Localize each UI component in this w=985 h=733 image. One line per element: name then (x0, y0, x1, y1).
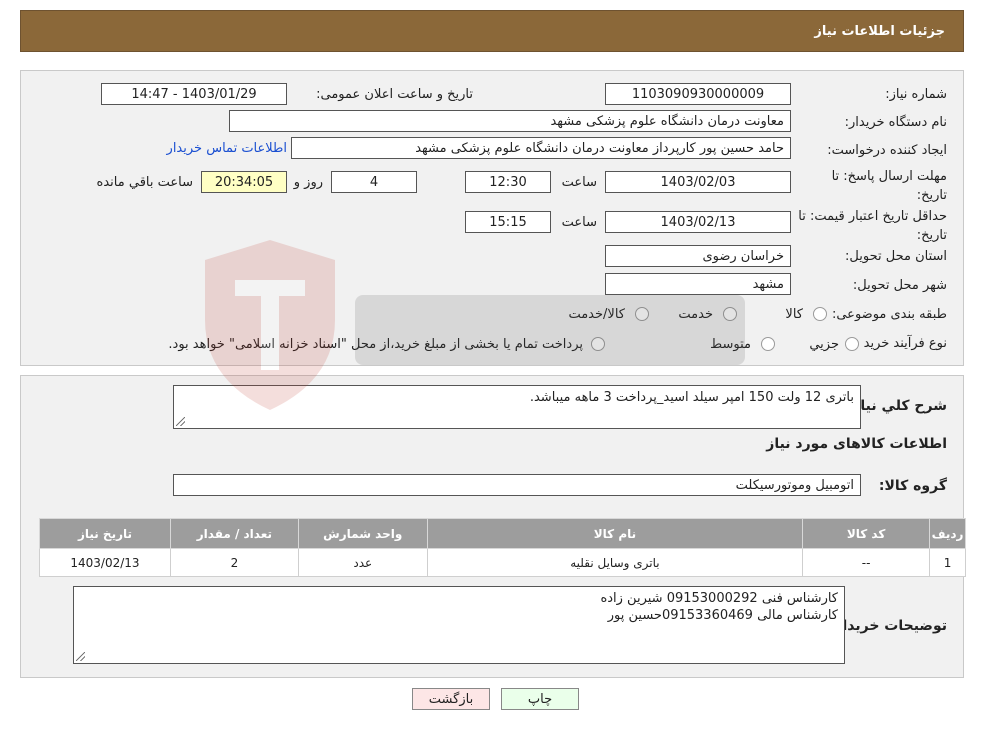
city-label: شهر محل تحویل: (852, 278, 947, 293)
col-need-date: تاریخ نیاز (39, 518, 171, 549)
validity-time-field: 15:15 (465, 211, 551, 233)
remaining-time-field: 20:34:05 (201, 171, 287, 193)
validity-label: حداقل تاریخ اعتبار قیمت: تا تاریخ: (798, 209, 947, 243)
category-option-goods-service: کالا/خدمت (568, 307, 625, 322)
cell-quantity: 2 (169, 548, 299, 577)
cell-need-date: 1403/02/13 (39, 548, 171, 577)
creator-field: حامد حسین پور کارپرداز معاونت درمان دانش… (291, 137, 791, 159)
treasury-checkbox[interactable] (591, 337, 605, 351)
goods-table-header: ردیف کد کالا نام کالا واحد شمارش تعداد /… (39, 518, 966, 549)
summary-textarea[interactable]: باتری 12 ولت 150 امپر سیلد اسید_پرداخت 3… (173, 385, 861, 429)
print-button[interactable]: چاپ (501, 688, 579, 710)
days-label: روز و (293, 175, 323, 190)
purchase-note: پرداخت تمام یا بخشی از مبلغ خرید،از محل … (168, 337, 583, 352)
validity-date-field: 1403/02/13 (605, 211, 791, 233)
back-button[interactable]: بازگشت (412, 688, 490, 710)
buyer-notes-line-2: کارشناس مالی 09153360469حسین پور (607, 608, 838, 623)
need-number-label: شماره نیاز: (885, 87, 947, 102)
col-unit: واحد شمارش (297, 518, 428, 549)
resize-handle-icon[interactable] (76, 652, 85, 661)
cell-unit: عدد (297, 548, 428, 577)
goods-table: ردیف کد کالا نام کالا واحد شمارش تعداد /… (39, 518, 966, 577)
page-header: جزئیات اطلاعات نیاز (20, 10, 964, 52)
goods-group-label: گروه کالا: (878, 478, 947, 494)
goods-group-field: اتومبیل وموتورسیکلت (173, 474, 861, 496)
category-radio-goods[interactable] (813, 307, 827, 321)
province-label: استان محل تحویل: (845, 249, 947, 264)
buyer-notes-label: توضیحات خریدار: (828, 618, 947, 634)
deadline-date-field: 1403/02/03 (605, 171, 791, 193)
remaining-label: ساعت باقي مانده (96, 175, 193, 190)
cell-row-number: 1 (929, 548, 966, 577)
buyer-notes-line-1: کارشناس فنی 09153000292 شیرین زاده (600, 591, 838, 606)
buyer-notes-textarea[interactable]: کارشناس فنی 09153000292 شیرین زاده کارشن… (73, 586, 845, 664)
purchase-option-medium: متوسط (710, 337, 751, 352)
creator-label: ایجاد کننده درخواست: (827, 143, 947, 158)
col-goods-code: کد کالا (802, 518, 931, 549)
validity-time-label: ساعت (561, 215, 597, 230)
goods-info-title: اطلاعات کالاهای مورد نیاز (766, 436, 947, 452)
announce-datetime-field: 1403/01/29 - 14:47 (101, 83, 287, 105)
buyer-contact-link[interactable]: اطلاعات تماس خریدار (167, 141, 287, 156)
purchase-type-label: نوع فرآیند خرید : (855, 336, 947, 351)
request-info-panel: شماره نیاز: 1103090930000009 تاریخ و ساع… (20, 70, 964, 366)
summary-label: شرح كلي نياز: (846, 398, 947, 414)
deadline-label: مهلت ارسال پاسخ: تا تاریخ: (831, 169, 947, 203)
category-label: طبقه بندی موضوعی: (831, 307, 947, 322)
category-radio-goods-service[interactable] (635, 307, 649, 321)
col-goods-name: نام کالا (426, 518, 804, 549)
deadline-time-label: ساعت (561, 175, 597, 190)
purchase-radio-minor[interactable] (845, 337, 859, 351)
purchase-option-minor: جزیي (809, 337, 839, 352)
need-number-field: 1103090930000009 (605, 83, 791, 105)
announce-label: تاریخ و ساعت اعلان عمومی: (316, 87, 473, 102)
province-field: خراسان رضوی (605, 245, 791, 267)
buyer-org-field: معاونت درمان دانشگاه علوم پزشکی مشهد (229, 110, 791, 132)
deadline-time-field: 12:30 (465, 171, 551, 193)
resize-handle-icon[interactable] (176, 417, 185, 426)
purchase-radio-medium[interactable] (761, 337, 775, 351)
need-details-panel: شرح كلي نياز: باتری 12 ولت 150 امپر سیلد… (20, 375, 966, 678)
page-title: جزئیات اطلاعات نیاز (814, 23, 945, 39)
city-field: مشهد (605, 273, 791, 295)
category-option-service: خدمت (678, 307, 713, 322)
cell-goods-code: -- (802, 548, 931, 577)
summary-text: باتری 12 ولت 150 امپر سیلد اسید_پرداخت 3… (529, 390, 854, 405)
table-row: 1 -- باتری وسایل نقلیه عدد 2 1403/02/13 (39, 548, 966, 577)
buyer-org-label: نام دستگاه خریدار: (844, 115, 947, 130)
cell-goods-name: باتری وسایل نقلیه (426, 548, 804, 577)
col-quantity: تعداد / مقدار (169, 518, 299, 549)
category-radio-service[interactable] (723, 307, 737, 321)
category-option-goods: کالا (785, 307, 803, 322)
col-row-number: ردیف (929, 518, 966, 549)
days-field: 4 (331, 171, 417, 193)
